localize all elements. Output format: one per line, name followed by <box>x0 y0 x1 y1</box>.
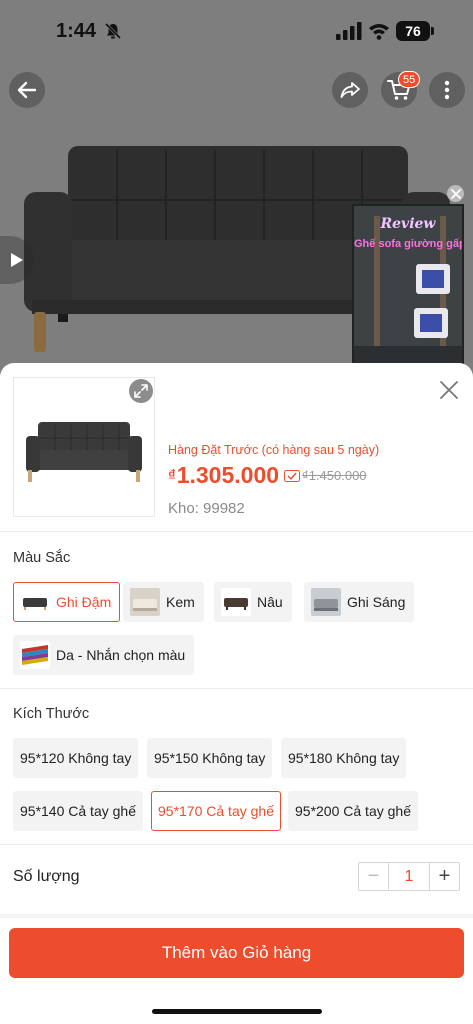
arrow-left-icon <box>17 81 37 99</box>
expand-icon <box>134 384 148 398</box>
color-section-title: Màu Sắc <box>13 550 71 566</box>
size-section-title: Kích Thước <box>13 706 90 722</box>
color-option-kem[interactable]: Kem <box>123 582 204 622</box>
size-label: 95*200 Cả tay ghế <box>295 803 411 819</box>
close-icon <box>450 188 461 199</box>
expand-image-button[interactable] <box>129 379 153 403</box>
share-button[interactable] <box>332 72 368 108</box>
size-label: 95*170 Cả tay ghế <box>158 803 274 819</box>
size-option-95x150[interactable]: 95*150 Không tay <box>147 738 273 778</box>
quantity-stepper: − 1 + <box>358 862 460 891</box>
divider <box>0 531 473 532</box>
more-options-button[interactable] <box>429 72 465 108</box>
divider <box>0 914 473 918</box>
cart-count-badge: 55 <box>398 71 421 88</box>
divider <box>0 844 473 845</box>
battery-tip <box>431 27 434 35</box>
signal-icon <box>336 22 362 40</box>
preorder-note: Hàng Đặt Trước (có hàng sau 5 ngày) <box>168 443 380 457</box>
review-subtitle: Ghế sofa giường gấp gọn <box>354 238 464 250</box>
color-thumb-kem <box>130 588 160 616</box>
color-label: Kem <box>166 594 195 610</box>
size-option-95x200[interactable]: 95*200 Cả tay ghế <box>288 791 418 831</box>
product-image-background: 1:44 76 55 Review Ghế sofa giường gấp <box>0 0 473 380</box>
color-thumb-da <box>20 641 50 669</box>
current-price: ₫1.305.000 <box>168 462 279 489</box>
color-option-ghi-sang[interactable]: Ghi Sáng <box>304 582 415 622</box>
size-option-95x120[interactable]: 95*120 Không tay <box>13 738 139 778</box>
home-indicator <box>152 1009 322 1014</box>
size-option-95x140[interactable]: 95*140 Cả tay ghế <box>13 791 143 831</box>
review-close-button[interactable] <box>447 185 464 202</box>
size-label: 95*120 Không tay <box>20 750 132 766</box>
battery-indicator: 76 <box>396 21 430 41</box>
status-bar: 1:44 76 <box>0 0 473 60</box>
color-option-ghi-dam[interactable]: Ghi Đậm <box>13 582 121 622</box>
divider <box>0 688 473 689</box>
size-label: 95*140 Cả tay ghế <box>20 803 136 819</box>
stock-count: Kho: 99982 <box>168 500 245 517</box>
wifi-icon <box>369 24 389 40</box>
quantity-increase-button[interactable]: + <box>430 863 459 890</box>
color-thumb-ghi-sang <box>311 588 341 616</box>
voucher-icon <box>284 469 301 482</box>
color-thumb-ghi-dam <box>20 588 50 616</box>
color-option-nau[interactable]: Nâu <box>214 582 292 622</box>
share-icon <box>340 82 360 98</box>
size-option-95x180[interactable]: 95*180 Không tay <box>281 738 407 778</box>
status-time: 1:44 <box>56 20 97 42</box>
price-value: 1.305.000 <box>176 462 280 488</box>
review-title: Review <box>380 216 436 232</box>
review-video-thumbnail[interactable]: Review Ghế sofa giường gấp gọn <box>352 204 464 369</box>
more-vertical-icon <box>444 80 450 100</box>
add-to-cart-button[interactable]: Thêm vào Giỏ hàng <box>9 928 464 978</box>
original-price: ₫1.450.000 <box>302 468 367 483</box>
bell-off-icon <box>104 22 122 40</box>
back-button[interactable] <box>9 72 45 108</box>
color-thumb-nau <box>221 588 251 616</box>
color-label: Ghi Đậm <box>56 594 112 610</box>
color-label: Da - Nhắn chọn màu <box>56 647 186 663</box>
play-icon <box>11 253 23 267</box>
color-label: Nâu <box>257 594 283 610</box>
color-option-da[interactable]: Da - Nhắn chọn màu <box>13 635 195 675</box>
quantity-label: Số lượng <box>13 868 80 885</box>
quantity-input[interactable]: 1 <box>388 863 430 890</box>
currency-symbol: ₫ <box>168 467 176 484</box>
quantity-decrease-button[interactable]: − <box>359 863 388 890</box>
size-label: 95*180 Không tay <box>288 750 400 766</box>
size-option-95x170[interactable]: 95*170 Cả tay ghế <box>151 791 281 831</box>
color-label: Ghi Sáng <box>347 594 406 610</box>
price-row: ₫1.305.000 ₫1.450.000 <box>168 462 367 489</box>
variant-selection-sheet: Hàng Đặt Trước (có hàng sau 5 ngày) ₫1.3… <box>0 363 473 1024</box>
size-label: 95*150 Không tay <box>154 750 266 766</box>
close-sheet-button[interactable] <box>436 377 462 403</box>
